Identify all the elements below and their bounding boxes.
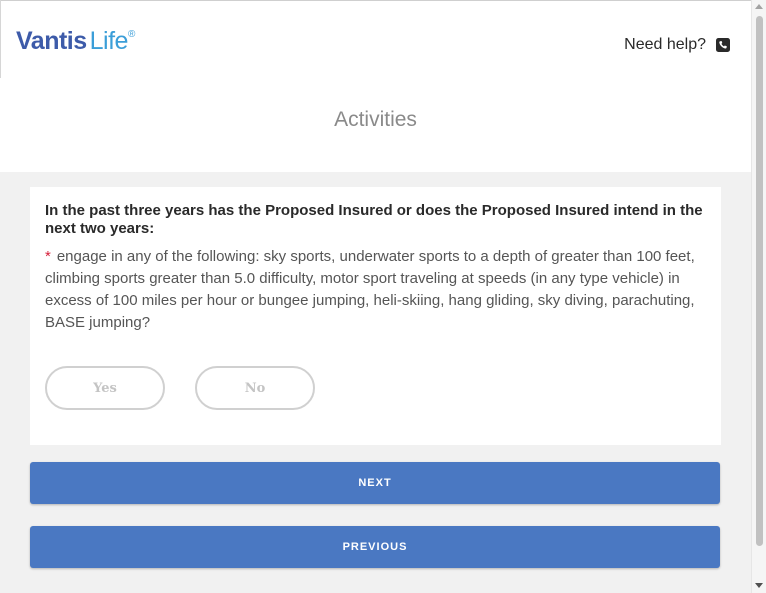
page-title: Activities bbox=[334, 108, 417, 131]
need-help-label: Need help? bbox=[624, 36, 706, 53]
need-help-link[interactable]: Need help? bbox=[624, 36, 730, 54]
next-button[interactable]: NEXT bbox=[30, 462, 720, 504]
required-marker: * bbox=[45, 248, 51, 265]
no-button[interactable]: No bbox=[195, 366, 315, 410]
phone-icon bbox=[716, 38, 730, 52]
logo-registered-mark: ® bbox=[127, 29, 135, 40]
vantis-life-logo[interactable]: Vantis Life® bbox=[16, 26, 135, 62]
previous-button[interactable]: PREVIOUS bbox=[30, 526, 720, 568]
scroll-up-arrow-icon[interactable] bbox=[755, 4, 763, 9]
scrollbar-thumb[interactable] bbox=[756, 16, 763, 546]
window-border-left bbox=[0, 0, 1, 78]
yes-button[interactable]: Yes bbox=[45, 366, 165, 410]
page-header: Vantis Life® Need help? Activities bbox=[0, 0, 751, 172]
question-text-body: engage in any of the following: sky spor… bbox=[45, 248, 695, 331]
page-scrollbar[interactable] bbox=[751, 0, 766, 593]
logo-product: Life bbox=[89, 27, 129, 55]
scroll-down-arrow-icon[interactable] bbox=[755, 583, 763, 588]
window-border-top bbox=[0, 0, 751, 1]
logo-brand: Vantis bbox=[16, 27, 87, 55]
question-text: * engage in any of the following: sky spo… bbox=[45, 246, 705, 334]
question-card: In the past three years has the Proposed… bbox=[30, 187, 721, 445]
question-heading: In the past three years has the Proposed… bbox=[45, 202, 703, 237]
